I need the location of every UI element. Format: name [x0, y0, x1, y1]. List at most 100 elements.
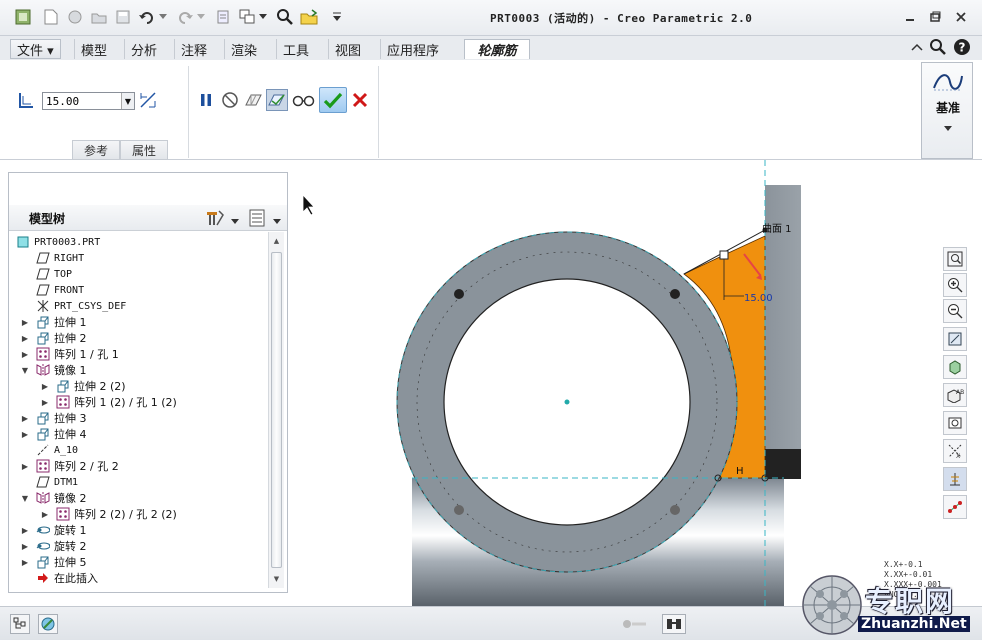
preview-icon[interactable]: [244, 90, 264, 110]
expand-icon[interactable]: ▶: [20, 557, 30, 567]
scroll-up-icon[interactable]: ▲: [271, 235, 282, 247]
no-preview-icon[interactable]: [220, 90, 240, 110]
tab-profile-rib[interactable]: 轮廓筋: [464, 39, 530, 59]
prt-icon[interactable]: [14, 8, 32, 26]
redo-icon[interactable]: [176, 8, 194, 26]
rib-dimension-label[interactable]: 15.00: [744, 293, 773, 304]
folder-icon[interactable]: [90, 8, 108, 26]
tree-item[interactable]: 拉伸 1: [36, 314, 87, 330]
search-icon[interactable]: [929, 38, 947, 56]
tree-item[interactable]: 阵列 1 / 孔 1: [36, 346, 119, 362]
glasses-icon[interactable]: [292, 90, 316, 110]
tab-applications[interactable]: 应用程序: [380, 39, 445, 59]
pause-icon[interactable]: [196, 90, 216, 110]
tab-annotate[interactable]: 注释: [174, 39, 213, 59]
datum-group[interactable]: 基准: [921, 62, 973, 159]
tree-item[interactable]: 镜像 2: [36, 490, 87, 506]
tree-item[interactable]: 在此插入: [36, 570, 98, 586]
tree-item[interactable]: PRT_CSYS_DEF: [36, 298, 126, 314]
tab-render[interactable]: 渲染: [224, 39, 263, 59]
close-window-icon[interactable]: [300, 8, 318, 26]
expand-icon[interactable]: ▶: [20, 541, 30, 551]
expand-icon[interactable]: ▶: [20, 317, 30, 327]
datum-display-icon[interactable]: X: [943, 439, 967, 463]
rib-depth-side-icon[interactable]: [16, 90, 36, 110]
properties-button[interactable]: 属性: [120, 140, 168, 160]
expand-icon[interactable]: ▶: [20, 413, 30, 423]
tree-item[interactable]: FRONT: [36, 282, 84, 298]
expand-icon[interactable]: ▶: [40, 509, 50, 519]
surface-label[interactable]: 曲面 1: [762, 223, 792, 235]
tab-model[interactable]: 模型: [74, 39, 113, 59]
tree-item[interactable]: 拉伸 5: [36, 554, 87, 570]
scroll-thumb[interactable]: [271, 252, 282, 568]
collapse-icon[interactable]: ▼: [20, 365, 30, 375]
minimize-ribbon-icon[interactable]: [908, 38, 926, 56]
tree-item[interactable]: 阵列 2 (2) / 孔 2 (2): [56, 506, 177, 522]
cancel-button[interactable]: [350, 90, 370, 110]
tree-columns-dropdown-icon[interactable]: [273, 214, 281, 224]
refit-icon[interactable]: [943, 247, 967, 271]
tree-item[interactable]: 拉伸 2 (2): [56, 378, 126, 394]
tree-item[interactable]: 阵列 2 / 孔 2: [36, 458, 119, 474]
redo-dropdown-icon[interactable]: [196, 8, 206, 26]
expand-icon[interactable]: ▶: [20, 461, 30, 471]
accept-button[interactable]: [319, 87, 347, 113]
expand-icon[interactable]: ▶: [40, 381, 50, 391]
drag-handle[interactable]: [719, 250, 729, 260]
tree-item[interactable]: RIGHT: [36, 250, 84, 266]
windows-dropdown-icon[interactable]: [258, 8, 268, 26]
toggle-navigator-icon[interactable]: [10, 614, 30, 634]
expand-icon[interactable]: ▶: [20, 429, 30, 439]
graphics-area[interactable]: 15.00 曲面 1 H: [290, 160, 940, 606]
tree-item[interactable]: 旋转 2: [36, 538, 87, 554]
restore-icon[interactable]: [925, 8, 945, 26]
point-display-icon[interactable]: [943, 495, 967, 519]
tree-item[interactable]: TOP: [36, 266, 72, 282]
new-icon[interactable]: [42, 8, 60, 26]
save-icon[interactable]: [114, 8, 132, 26]
help-icon[interactable]: ?: [953, 38, 971, 56]
tree-item[interactable]: A_10: [36, 442, 78, 458]
minimize-icon[interactable]: [900, 8, 920, 26]
toggle-browser-icon[interactable]: [38, 614, 58, 634]
zoom-in-icon[interactable]: [943, 273, 967, 297]
references-button[interactable]: 参考: [72, 140, 120, 160]
tree-settings-icon[interactable]: [205, 209, 225, 227]
tab-tools[interactable]: 工具: [276, 39, 315, 59]
tree-item[interactable]: 镜像 1: [36, 362, 87, 378]
collapse-icon[interactable]: ▼: [20, 493, 30, 503]
expand-icon[interactable]: ▶: [20, 349, 30, 359]
display-style-icon[interactable]: [943, 355, 967, 379]
undo-icon[interactable]: [138, 8, 156, 26]
tree-scrollbar[interactable]: ▲ ▼: [268, 232, 284, 588]
tree-item[interactable]: DTM1: [36, 474, 78, 490]
expand-icon[interactable]: ▶: [20, 525, 30, 535]
view-manager-icon[interactable]: [943, 411, 967, 435]
flip-direction-icon[interactable]: [138, 90, 158, 110]
zoom-out-icon[interactable]: [943, 299, 967, 323]
undo-dropdown-icon[interactable]: [158, 8, 168, 26]
tree-item[interactable]: 拉伸 3: [36, 410, 87, 426]
expand-icon[interactable]: ▶: [40, 397, 50, 407]
tab-file[interactable]: 文件 ▾: [10, 39, 61, 59]
rib-depth-dropdown-icon[interactable]: ▼: [121, 93, 134, 109]
tree-item[interactable]: 拉伸 4: [36, 426, 87, 442]
tree-item[interactable]: 阵列 1 (2) / 孔 1 (2): [56, 394, 177, 410]
find-icon[interactable]: [662, 614, 686, 634]
tree-item[interactable]: PRT0003.PRT: [16, 234, 100, 250]
open-icon[interactable]: [66, 8, 84, 26]
tree-settings-dropdown-icon[interactable]: [231, 214, 239, 224]
repaint-icon[interactable]: [943, 327, 967, 351]
annotation-display-icon[interactable]: [943, 467, 967, 491]
customize-icon[interactable]: [328, 8, 346, 26]
expand-icon[interactable]: ▶: [20, 333, 30, 343]
verify-icon[interactable]: [266, 89, 288, 111]
datum-dropdown-icon[interactable]: [944, 121, 952, 131]
tree-item[interactable]: 拉伸 2: [36, 330, 87, 346]
scroll-down-icon[interactable]: ▼: [271, 573, 282, 585]
saved-orientations-icon[interactable]: AB: [943, 383, 967, 407]
windows-icon[interactable]: [238, 8, 256, 26]
tab-analysis[interactable]: 分析: [124, 39, 163, 59]
regenerate-icon[interactable]: [214, 8, 232, 26]
